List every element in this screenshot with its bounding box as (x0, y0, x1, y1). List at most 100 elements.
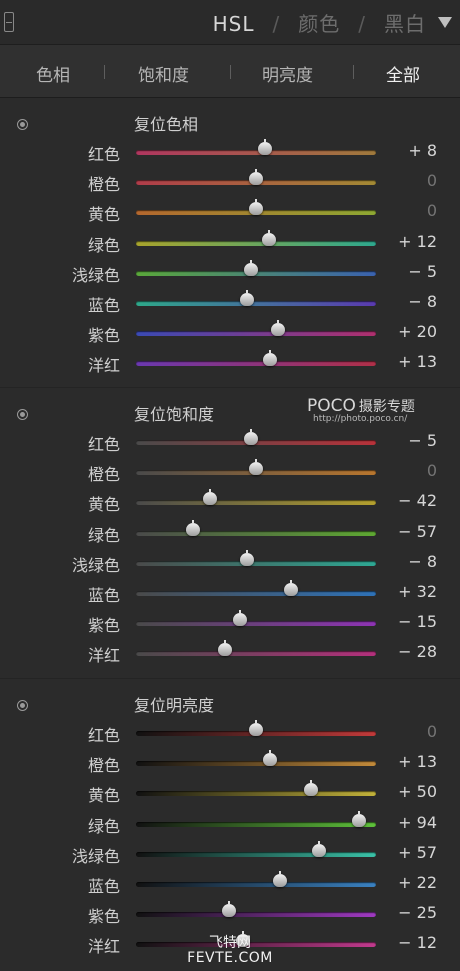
slider-track[interactable] (136, 530, 376, 536)
slider-value[interactable]: 0 (427, 201, 437, 220)
slider-track[interactable] (136, 560, 376, 566)
section-reset-title[interactable]: 复位饱和度 (134, 401, 214, 425)
slider-row: 黄色 0 (0, 198, 460, 228)
slider-value[interactable]: − 5 (408, 262, 437, 281)
slider-track[interactable] (136, 361, 376, 367)
slider-label: 黄色 (87, 495, 120, 515)
slider-label: 绿色 (87, 816, 120, 836)
tab-divider (353, 65, 354, 79)
slider-label: 洋红 (87, 646, 120, 666)
slider-track[interactable] (136, 591, 376, 596)
slider-label: 红色 (87, 726, 120, 745)
poco-logo: POCO (307, 396, 356, 416)
slider-row: 紫色 − 15 (0, 609, 460, 639)
slider-row: 红色 0 (0, 719, 460, 749)
slider-row: 蓝色 + 32 (0, 579, 460, 609)
section-divider (0, 678, 460, 679)
slider-row: 绿色 + 94 (0, 810, 460, 840)
nav-separator: / (358, 12, 366, 36)
slider-row: 红色 − 5 (0, 428, 460, 458)
slider-value[interactable]: 0 (427, 171, 437, 190)
slider-value[interactable]: + 13 (398, 752, 437, 771)
slider-label: 紫色 (87, 907, 120, 927)
slider-value[interactable]: + 94 (398, 813, 437, 832)
slider-track[interactable] (136, 651, 376, 657)
slider-value[interactable]: − 25 (398, 903, 437, 922)
slider-track[interactable] (136, 882, 376, 887)
slider-label: 橙色 (87, 175, 120, 195)
slider-row: 绿色 + 12 (0, 229, 460, 259)
slider-label: 蓝色 (87, 296, 120, 315)
slider-value[interactable]: − 8 (408, 552, 437, 571)
site-mark-cn: 飞特网 (209, 935, 251, 951)
nav-hsl[interactable]: HSL (213, 12, 255, 36)
slider-value[interactable]: + 13 (398, 352, 437, 371)
slider-row: 黄色 + 50 (0, 779, 460, 809)
slider-track[interactable] (136, 761, 376, 767)
poco-logo-cn: 摄影专题 (358, 399, 415, 415)
tab-luminance[interactable]: 明亮度 (262, 61, 313, 86)
panel-toggle-icon[interactable] (4, 12, 14, 32)
slider-label: 紫色 (87, 326, 120, 346)
nav-bw[interactable]: 黑白 (384, 12, 426, 36)
slider-label: 橙色 (87, 756, 120, 776)
slider-track[interactable] (136, 791, 376, 797)
slider-value[interactable]: − 28 (398, 642, 437, 661)
panel-header: HSL / 颜色 / 黑白 (0, 0, 460, 45)
slider-row: 洋红 + 13 (0, 349, 460, 379)
tab-hue[interactable]: 色相 (36, 61, 70, 86)
section-reset-title[interactable]: 复位色相 (134, 111, 198, 135)
tab-all[interactable]: 全部 (386, 61, 420, 86)
slider-track[interactable] (136, 240, 376, 246)
slider-track[interactable] (136, 500, 376, 506)
slider-label: 红色 (87, 435, 120, 454)
slider-value[interactable]: − 15 (398, 612, 437, 631)
nav-color[interactable]: 颜色 (298, 12, 340, 36)
slider-row: 橙色 + 13 (0, 749, 460, 779)
slider-track[interactable] (136, 912, 376, 918)
slider-value[interactable]: 0 (427, 461, 437, 480)
slider-label: 绿色 (87, 235, 120, 255)
triangle-down-icon[interactable] (438, 17, 452, 28)
slider-track[interactable] (136, 331, 376, 337)
slider-track[interactable] (136, 150, 376, 155)
tab-saturation[interactable]: 饱和度 (138, 61, 189, 86)
slider-label: 浅绿色 (71, 555, 120, 575)
section-divider (0, 387, 460, 388)
slider-value[interactable]: 0 (427, 722, 437, 741)
slider-track[interactable] (136, 621, 376, 627)
slider-row: 橙色 0 (0, 168, 460, 198)
slider-value[interactable]: − 57 (398, 522, 437, 541)
slider-value[interactable]: + 8 (408, 141, 437, 160)
slider-row: 洋红 − 28 (0, 639, 460, 669)
slider-value[interactable]: + 32 (398, 582, 437, 601)
nav-separator: / (272, 12, 281, 36)
slider-track[interactable] (136, 821, 376, 827)
slider-track[interactable] (136, 851, 376, 857)
slider-value[interactable]: − 5 (408, 431, 437, 450)
slider-value[interactable]: + 12 (398, 232, 437, 251)
reset-target-icon[interactable] (17, 409, 28, 420)
header-nav: HSL / 颜色 / 黑白 (213, 8, 426, 37)
slider-value[interactable]: + 57 (398, 843, 437, 862)
slider-label: 浅绿色 (71, 265, 120, 285)
slider-track[interactable] (136, 301, 376, 306)
slider-row: 蓝色 − 8 (0, 289, 460, 319)
slider-value[interactable]: + 22 (398, 873, 437, 892)
slider-value[interactable]: + 20 (398, 322, 437, 341)
slider-value[interactable]: − 42 (398, 491, 437, 510)
slider-label: 黄色 (87, 786, 120, 806)
slider-row: 红色 + 8 (0, 138, 460, 168)
section-reset-title[interactable]: 复位明亮度 (134, 692, 214, 716)
site-mark-en: FEVTE.COM (187, 950, 273, 966)
reset-target-icon[interactable] (17, 119, 28, 130)
slider-value[interactable]: + 50 (398, 782, 437, 801)
slider-label: 黄色 (87, 205, 120, 225)
slider-label: 红色 (87, 145, 120, 164)
slider-value[interactable]: − 8 (408, 292, 437, 311)
slider-label: 蓝色 (87, 586, 120, 605)
reset-target-icon[interactable] (17, 700, 28, 711)
slider-label: 橙色 (87, 465, 120, 485)
slider-row: 橙色 0 (0, 458, 460, 488)
slider-label: 浅绿色 (71, 846, 120, 866)
